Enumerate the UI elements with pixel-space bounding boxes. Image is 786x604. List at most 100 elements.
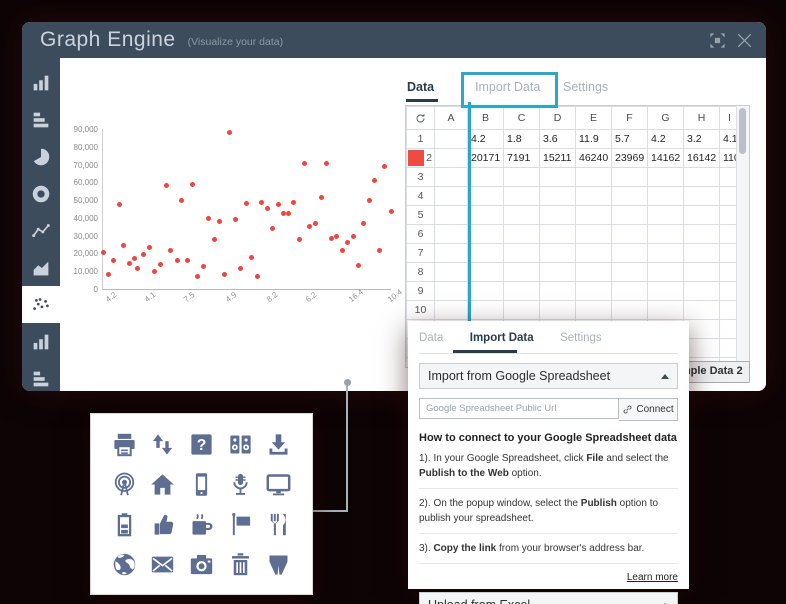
cell-D4[interactable]: [539, 186, 576, 206]
cell-A4[interactable]: [434, 186, 468, 206]
row-header-3[interactable]: 3: [406, 167, 435, 187]
camera-icon[interactable]: [182, 544, 221, 584]
row-header-2[interactable]: 2: [406, 148, 435, 168]
cell-D6[interactable]: [539, 224, 576, 244]
spreadsheet-url-input[interactable]: [419, 398, 619, 419]
cell-A1[interactable]: [434, 129, 468, 149]
cell-B4[interactable]: [467, 186, 504, 206]
cell-G2[interactable]: 14162: [647, 148, 684, 168]
column-header-C[interactable]: C: [503, 106, 540, 130]
printer-icon[interactable]: [105, 424, 144, 464]
cutlery-icon[interactable]: [259, 504, 298, 544]
cell-A6[interactable]: [434, 224, 468, 244]
row-header-10[interactable]: 10: [406, 300, 435, 320]
cell-F7[interactable]: [611, 243, 648, 263]
cell-F9[interactable]: [611, 281, 648, 301]
column-header-A[interactable]: A: [434, 106, 468, 130]
cell-H1[interactable]: 3.2: [683, 129, 720, 149]
cell-B10[interactable]: [467, 300, 504, 320]
sidebar-item-bar-chart-horizontal[interactable]: [22, 101, 60, 138]
cell-A3[interactable]: [434, 167, 468, 187]
cell-B5[interactable]: [467, 205, 504, 225]
mobile-phone-icon[interactable]: [182, 464, 221, 504]
cell-H10[interactable]: [683, 300, 720, 320]
cell-F6[interactable]: [611, 224, 648, 244]
cell-F8[interactable]: [611, 262, 648, 282]
popup-tab-data[interactable]: Data: [419, 332, 443, 344]
cell-G3[interactable]: [647, 167, 684, 187]
sidebar-item-bar-chart-horizontal[interactable]: [22, 360, 60, 391]
sidebar-item-donut-chart[interactable]: [22, 175, 60, 212]
cell-E5[interactable]: [575, 205, 612, 225]
battery-icon[interactable]: [105, 504, 144, 544]
fullscreen-icon[interactable]: [708, 31, 727, 50]
cell-E6[interactable]: [575, 224, 612, 244]
cell-G1[interactable]: 4.2: [647, 129, 684, 149]
cell-H2[interactable]: 16142: [683, 148, 720, 168]
coffee-mug-icon[interactable]: [182, 504, 221, 544]
cell-B8[interactable]: [467, 262, 504, 282]
cell-G4[interactable]: [647, 186, 684, 206]
cell-E7[interactable]: [575, 243, 612, 263]
column-header-B[interactable]: B: [467, 106, 504, 130]
sidebar-item-line-chart[interactable]: [22, 212, 60, 249]
cell-A2[interactable]: [434, 148, 468, 168]
cell-D10[interactable]: [539, 300, 576, 320]
cell-H3[interactable]: [683, 167, 720, 187]
popup-tab-import-data[interactable]: Import Data: [470, 332, 534, 344]
cell-A7[interactable]: [434, 243, 468, 263]
row-header-9[interactable]: 9: [406, 281, 435, 301]
cell-C5[interactable]: [503, 205, 540, 225]
cell-G9[interactable]: [647, 281, 684, 301]
cell-G5[interactable]: [647, 205, 684, 225]
column-header-H[interactable]: H: [683, 106, 720, 130]
cell-G8[interactable]: [647, 262, 684, 282]
cell-E4[interactable]: [575, 186, 612, 206]
tab-settings[interactable]: Settings: [563, 80, 608, 94]
cell-E3[interactable]: [575, 167, 612, 187]
row-header-6[interactable]: 6: [406, 224, 435, 244]
cell-D1[interactable]: 3.6: [539, 129, 576, 149]
home-icon[interactable]: [144, 464, 183, 504]
monitor-icon[interactable]: [259, 464, 298, 504]
download-icon[interactable]: [259, 424, 298, 464]
sidebar-item-column-chart[interactable]: [22, 323, 60, 360]
sidebar-item-pie-chart[interactable]: [22, 138, 60, 175]
column-header-F[interactable]: F: [611, 106, 648, 130]
cell-E1[interactable]: 11.9: [575, 129, 612, 149]
cell-D3[interactable]: [539, 167, 576, 187]
learn-more-link[interactable]: Learn more: [419, 572, 678, 583]
speakers-icon[interactable]: [221, 424, 260, 464]
cell-F1[interactable]: 5.7: [611, 129, 648, 149]
cell-H8[interactable]: [683, 262, 720, 282]
trash-icon[interactable]: [221, 544, 260, 584]
cell-A8[interactable]: [434, 262, 468, 282]
sidebar-item-scatter-plot[interactable]: [22, 286, 60, 323]
cell-B1[interactable]: 4.2: [467, 129, 504, 149]
popup-tab-settings[interactable]: Settings: [560, 332, 602, 344]
cell-A5[interactable]: [434, 205, 468, 225]
cell-G6[interactable]: [647, 224, 684, 244]
cell-C7[interactable]: [503, 243, 540, 263]
cell-C10[interactable]: [503, 300, 540, 320]
cell-B6[interactable]: [467, 224, 504, 244]
sidebar-item-column-chart[interactable]: [22, 64, 60, 101]
row-header-7[interactable]: 7: [406, 243, 435, 263]
cell-D5[interactable]: [539, 205, 576, 225]
cell-B9[interactable]: [467, 281, 504, 301]
cell-A9[interactable]: [434, 281, 468, 301]
shorts-icon[interactable]: [259, 544, 298, 584]
sort-arrows-icon[interactable]: [144, 424, 183, 464]
globe-icon[interactable]: [105, 544, 144, 584]
row-header-4[interactable]: 4: [406, 186, 435, 206]
cell-C2[interactable]: 7191: [503, 148, 540, 168]
cell-B3[interactable]: [467, 167, 504, 187]
row-header-1[interactable]: 1: [406, 129, 435, 149]
sync-icon[interactable]: [406, 106, 435, 130]
close-icon[interactable]: [735, 31, 754, 50]
cell-D9[interactable]: [539, 281, 576, 301]
sidebar-item-area-chart[interactable]: [22, 249, 60, 286]
cell-B2[interactable]: 20171: [467, 148, 504, 168]
question-mark-icon[interactable]: ?: [182, 424, 221, 464]
cell-D7[interactable]: [539, 243, 576, 263]
